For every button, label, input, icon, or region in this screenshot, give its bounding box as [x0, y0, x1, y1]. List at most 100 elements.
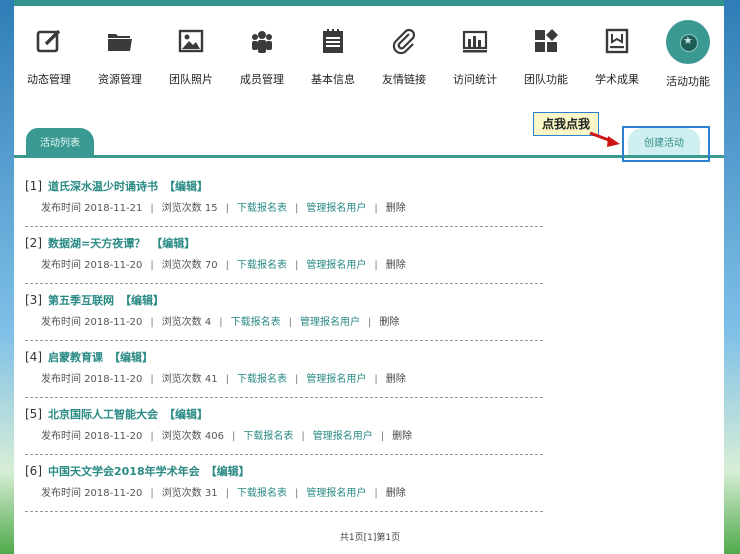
tab-activity-list[interactable]: 活动列表	[26, 128, 94, 155]
publish-label: 发布时间	[41, 317, 81, 328]
manage-users-link[interactable]: 管理报名用户	[306, 374, 366, 385]
top-bar	[14, 0, 724, 6]
download-form-link[interactable]: 下载报名表	[231, 317, 281, 328]
views-count: 4	[204, 317, 212, 328]
edit-icon	[36, 29, 61, 53]
tab-underline	[14, 155, 724, 158]
download-form-link[interactable]: 下载报名表	[237, 374, 287, 385]
publish-label: 发布时间	[41, 488, 81, 499]
manage-users-link[interactable]: 管理报名用户	[306, 488, 366, 499]
delete-link[interactable]: 删除	[386, 260, 406, 271]
manage-users-link[interactable]: 管理报名用户	[300, 317, 360, 328]
publish-date: 2018-11-20	[84, 431, 143, 442]
publish-label: 发布时间	[41, 260, 81, 271]
list-item: [3] 第五季互联网 【编辑】 发布时间 2018-11-20 | 浏览次数 4 | 下载报…	[25, 290, 545, 347]
nav-item-links[interactable]: 友情链接	[369, 20, 439, 87]
nav-item-stats[interactable]: 访问统计	[440, 20, 510, 87]
item-title-link[interactable]: 中国天文学会2018年学术年会	[48, 465, 200, 478]
delete-link[interactable]: 删除	[379, 317, 399, 328]
item-number: [4]	[25, 350, 42, 364]
background-left	[0, 0, 14, 554]
publish-date: 2018-11-20	[84, 488, 143, 499]
edit-link[interactable]: 【编辑】	[151, 237, 195, 250]
nav-label: 学术成果	[595, 73, 639, 86]
list-item: [1] 道氏深水温少时诵诗书 【编辑】 发布时间 2018-11-21 | 浏览次数 1…	[25, 176, 545, 233]
nav-item-resources[interactable]: 资源管理	[85, 20, 155, 87]
manage-users-link[interactable]: 管理报名用户	[313, 431, 373, 442]
nav-item-academic[interactable]: 学术成果	[582, 20, 652, 87]
delete-link[interactable]: 删除	[386, 374, 406, 385]
list-item: [4] 启蒙教育课 【编辑】 发布时间 2018-11-20 | 浏览次数 41 | 下载报…	[25, 347, 545, 404]
item-number: [5]	[25, 407, 42, 421]
item-number: [6]	[25, 464, 42, 478]
nav-item-activities[interactable]: 活动功能	[653, 20, 723, 89]
views-label: 浏览次数	[161, 260, 202, 271]
divider	[25, 340, 543, 341]
grid-icon	[535, 29, 558, 52]
item-title-link[interactable]: 数据湖=天方夜谭？	[48, 237, 145, 250]
portrait-icon	[605, 28, 629, 54]
views-count: 41	[204, 374, 218, 385]
publish-label: 发布时间	[41, 374, 81, 385]
views-count: 15	[204, 203, 218, 214]
nav-label: 团队照片	[169, 73, 213, 86]
notepad-icon	[323, 29, 343, 53]
manage-users-link[interactable]: 管理报名用户	[306, 260, 366, 271]
tab-create-activity[interactable]: 创建活动	[628, 128, 700, 155]
publish-date: 2018-11-21	[84, 203, 143, 214]
nav-item-team-functions[interactable]: 团队功能	[511, 20, 581, 87]
views-label: 浏览次数	[161, 203, 202, 214]
item-title-link[interactable]: 道氏深水温少时诵诗书	[48, 180, 158, 193]
download-form-link[interactable]: 下载报名表	[237, 488, 287, 499]
nav-label: 访问统计	[453, 73, 497, 86]
callout-annotation: 点我点我	[533, 112, 599, 136]
download-form-link[interactable]: 下载报名表	[243, 431, 293, 442]
delete-link[interactable]: 删除	[392, 431, 412, 442]
item-number: [1]	[25, 179, 42, 193]
delete-link[interactable]: 删除	[386, 203, 406, 214]
badge-icon	[666, 20, 710, 64]
publish-date: 2018-11-20	[84, 317, 143, 328]
views-count: 406	[204, 431, 224, 442]
list-item: [2] 数据湖=天方夜谭？ 【编辑】 发布时间 2018-11-20 | 浏览次数 70…	[25, 233, 545, 290]
publish-label: 发布时间	[41, 203, 81, 214]
views-label: 浏览次数	[161, 431, 202, 442]
views-label: 浏览次数	[161, 374, 202, 385]
edit-link[interactable]: 【编辑】	[120, 294, 164, 307]
item-title-link[interactable]: 启蒙教育课	[48, 351, 103, 364]
background-right	[724, 0, 740, 554]
publish-date: 2018-11-20	[84, 260, 143, 271]
nav-label: 友情链接	[382, 73, 426, 86]
edit-link[interactable]: 【编辑】	[164, 408, 208, 421]
views-count: 31	[204, 488, 218, 499]
divider	[25, 511, 543, 512]
edit-link[interactable]: 【编辑】	[164, 180, 208, 193]
delete-link[interactable]: 删除	[386, 488, 406, 499]
image-icon	[178, 29, 204, 53]
nav-item-members[interactable]: 成员管理	[227, 20, 297, 87]
item-number: [3]	[25, 293, 42, 307]
people-icon	[252, 31, 272, 53]
divider	[25, 226, 543, 227]
views-label: 浏览次数	[161, 488, 202, 499]
nav-item-basic-info[interactable]: 基本信息	[298, 20, 368, 87]
nav-item-photos[interactable]: 团队照片	[156, 20, 226, 87]
manage-users-link[interactable]: 管理报名用户	[306, 203, 366, 214]
item-title-link[interactable]: 北京国际人工智能大会	[48, 408, 158, 421]
edit-link[interactable]: 【编辑】	[109, 351, 153, 364]
nav-label: 活动功能	[666, 75, 710, 88]
bar-chart-icon	[462, 30, 488, 53]
nav-label: 资源管理	[98, 73, 142, 86]
function-nav: 动态管理 资源管理 团队照片 成员管理 基本信息 友情链接 访问统计 团队功能 …	[14, 20, 724, 100]
nav-label: 动态管理	[27, 73, 71, 86]
edit-link[interactable]: 【编辑】	[206, 465, 250, 478]
list-item: [5] 北京国际人工智能大会 【编辑】 发布时间 2018-11-20 | 浏览次数 4…	[25, 404, 545, 461]
nav-item-news[interactable]: 动态管理	[14, 20, 84, 87]
divider	[25, 454, 543, 455]
pagination: 共1页[1]第1页	[339, 533, 401, 543]
item-title-link[interactable]: 第五季互联网	[48, 294, 114, 307]
download-form-link[interactable]: 下载报名表	[237, 203, 287, 214]
divider	[25, 397, 543, 398]
activity-list: [1] 道氏深水温少时诵诗书 【编辑】 发布时间 2018-11-21 | 浏览次数 1…	[25, 176, 545, 518]
download-form-link[interactable]: 下载报名表	[237, 260, 287, 271]
